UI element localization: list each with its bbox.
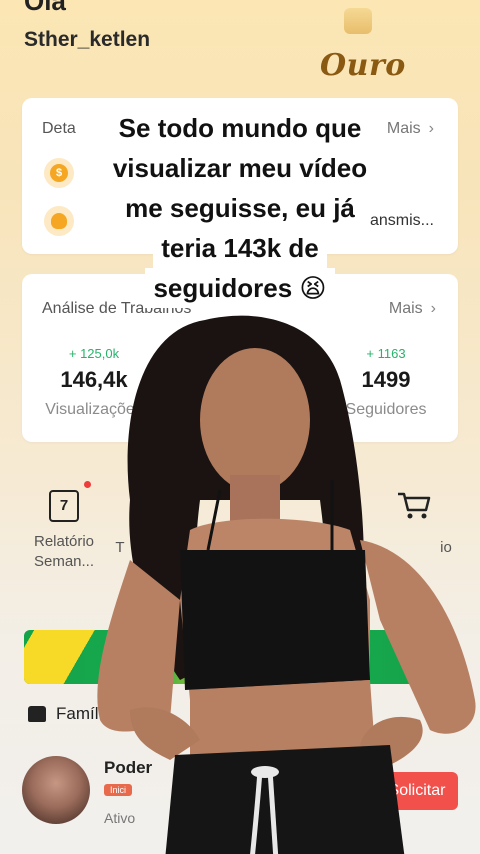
calendar-day: 7 <box>59 497 69 514</box>
person-figure <box>97 315 476 854</box>
greeting: Olá <box>24 0 66 16</box>
tier-icon <box>344 8 372 34</box>
caption-line-4: teria 143k de <box>153 228 327 268</box>
caption-line-2: visualizar meu vídeo <box>104 148 376 188</box>
caption-line-3: me seguisse, eu já <box>117 188 363 228</box>
caption-line-1: Se todo mundo que <box>110 108 370 148</box>
family-house-icon <box>28 706 46 722</box>
caption-line-5: seguidores 😫 <box>145 268 335 308</box>
tier-badge[interactable]: Ouro <box>320 48 406 83</box>
video-caption: Se todo mundo que visualizar meu vídeo m… <box>0 108 480 308</box>
username: Sther_ketlen <box>24 28 151 51</box>
